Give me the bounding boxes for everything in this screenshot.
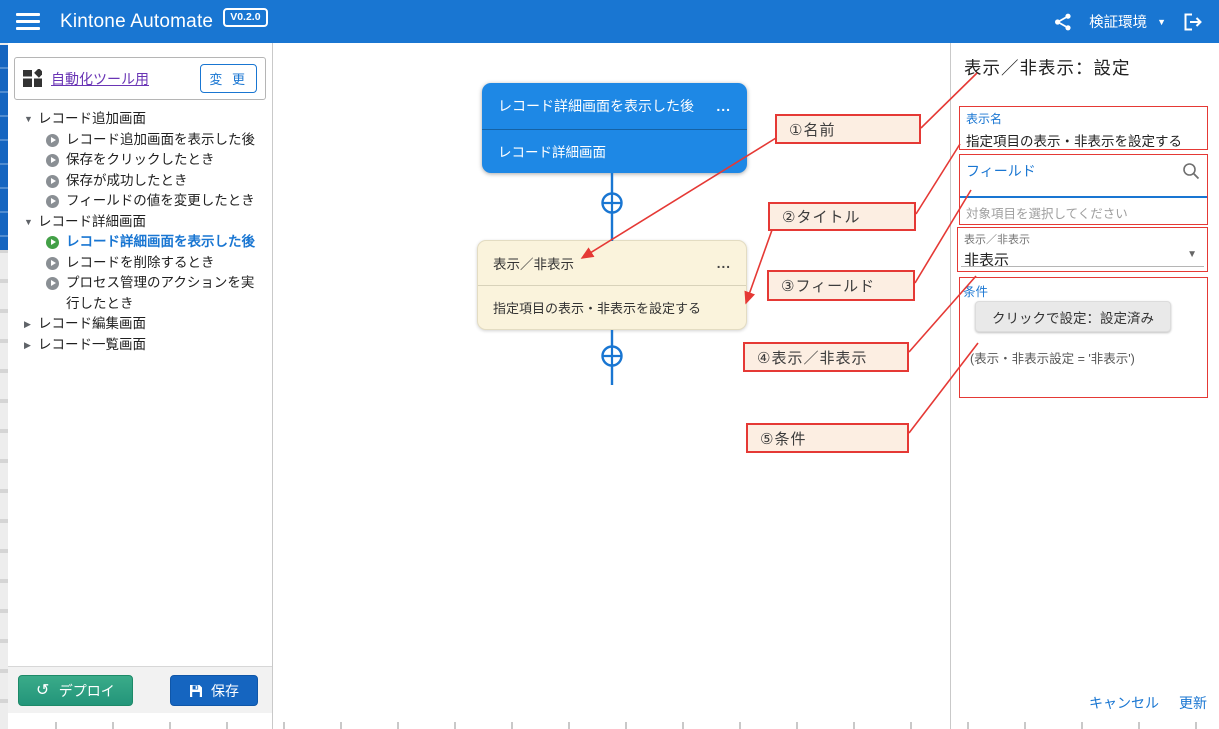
environment-selector[interactable]: 検証環境 [1089,11,1147,32]
tree-event[interactable]: レコードを削除するとき [8,253,268,274]
bottom-ruler-ticks [0,722,1219,729]
tree-group-record-detail[interactable]: ▼レコード詳細画面 [8,212,268,233]
play-icon [46,154,59,167]
cancel-link[interactable]: キャンセル [1089,693,1159,713]
tree-group-record-list[interactable]: ▶レコード一覧画面 [8,335,268,356]
search-icon[interactable] [1182,162,1200,180]
play-icon [46,257,59,270]
node-menu-button[interactable]: ... [716,98,731,114]
play-icon [46,236,59,249]
update-link[interactable]: 更新 [1179,693,1207,713]
condition-label: 条件 [963,281,988,300]
select-underline [961,266,1204,267]
app-name-link[interactable]: 自動化ツール用 [51,69,149,89]
trigger-node-title: レコード詳細画面を表示した後 [498,96,694,116]
display-name-section: 表示名 指定項目の表示・非表示を設定する [959,106,1208,150]
floppy-disk-icon [189,684,203,698]
tree-event[interactable]: レコード追加画面を表示した後 [8,130,268,151]
chevron-down-icon[interactable]: ▼ [1187,249,1197,260]
panel-title: 表示／非表示：設定 [964,55,1131,80]
annotation-condition: ⑤条件 [746,423,909,453]
play-icon [46,175,59,188]
hamburger-menu-icon[interactable] [16,13,40,30]
deploy-button[interactable]: ↻ デプロイ [18,675,133,706]
chevron-down-icon[interactable]: ▼ [24,109,38,130]
play-icon [46,195,59,208]
action-node-title: 表示／非表示 [493,253,574,273]
sidebar-footer: ↻ デプロイ 保存 [8,666,272,713]
tree-event[interactable]: 保存が成功したとき [8,171,268,192]
input-underline [960,196,1207,198]
save-button[interactable]: 保存 [170,675,258,706]
trigger-node-subtitle: レコード詳細画面 [498,141,606,161]
add-step-button[interactable] [603,194,622,213]
chevron-right-icon[interactable]: ▶ [24,314,38,335]
annotation-visibility: ④表示／非表示 [743,342,909,372]
add-step-button[interactable] [603,347,622,366]
field-section: フィールド 対象項目を選択してください [959,154,1208,225]
sync-icon: ↻ [36,683,49,699]
condition-set-button[interactable]: クリックで設定：設定済み [975,301,1171,332]
trigger-node[interactable]: レコード詳細画面を表示した後 ... レコード詳細画面 [482,83,747,173]
app-window: Kintone Automate V0.2.0 検証環境 ▼ [0,0,1219,729]
condition-expression: (表示・非表示設定 = '非表示') [970,348,1135,367]
chevron-down-icon[interactable]: ▼ [24,212,38,233]
display-name-label: 表示名 [966,110,1201,127]
change-app-button[interactable]: 変 更 [200,64,257,93]
logout-icon[interactable] [1182,12,1203,32]
annotation-name: ①名前 [775,114,921,144]
field-label: フィールド [966,161,1036,181]
settings-panel: 表示／非表示：設定 表示名 指定項目の表示・非表示を設定する フィールド 対象項… [950,43,1219,729]
annotation-field: ③フィールド [767,270,915,301]
chevron-down-icon[interactable]: ▼ [1157,17,1166,27]
tree-event[interactable]: 保存をクリックしたとき [8,150,268,171]
page-scroll-strip[interactable] [0,43,8,729]
top-bar: Kintone Automate V0.2.0 検証環境 ▼ [0,0,1219,43]
app-icon [23,69,42,88]
tree-group-record-add[interactable]: ▼レコード追加画面 [8,109,268,130]
annotation-title: ②タイトル [768,202,916,231]
scroll-thumb[interactable] [0,45,8,250]
tree-event[interactable]: プロセス管理のアクションを実行したとき [8,273,268,314]
sidebar: 自動化ツール用 変 更 ▼レコード追加画面 レコード追加画面を表示した後 保存を… [8,43,273,729]
chevron-right-icon[interactable]: ▶ [24,335,38,356]
visibility-label: 表示／非表示 [964,231,1201,247]
play-icon [46,134,59,147]
tree-group-record-edit[interactable]: ▶レコード編集画面 [8,314,268,335]
version-badge: V0.2.0 [223,8,267,27]
app-title: Kintone Automate [60,11,213,33]
play-icon [46,277,59,290]
action-node[interactable]: 表示／非表示 ... 指定項目の表示・非表示を設定する [477,240,747,330]
tree-event[interactable]: フィールドの値を変更したとき [8,191,268,212]
condition-section: 条件 クリックで設定：設定済み (表示・非表示設定 = '非表示') [959,277,1208,398]
share-icon[interactable] [1053,12,1073,32]
tree-event-active[interactable]: レコード詳細画面を表示した後 [8,232,268,253]
field-search-input[interactable]: 対象項目を選択してください [966,203,1128,222]
display-name-value[interactable]: 指定項目の表示・非表示を設定する [966,130,1201,150]
flow-canvas: レコード詳細画面を表示した後 ... レコード詳細画面 表示／非表示 ... 指… [273,43,950,729]
node-menu-button[interactable]: ... [717,256,731,271]
event-tree: ▼レコード追加画面 レコード追加画面を表示した後 保存をクリックしたとき 保存が… [8,109,268,355]
app-selector-box: 自動化ツール用 変 更 [14,57,266,100]
visibility-section: 表示／非表示 非表示 ▼ [957,227,1208,272]
action-node-subtitle: 指定項目の表示・非表示を設定する [493,298,701,317]
